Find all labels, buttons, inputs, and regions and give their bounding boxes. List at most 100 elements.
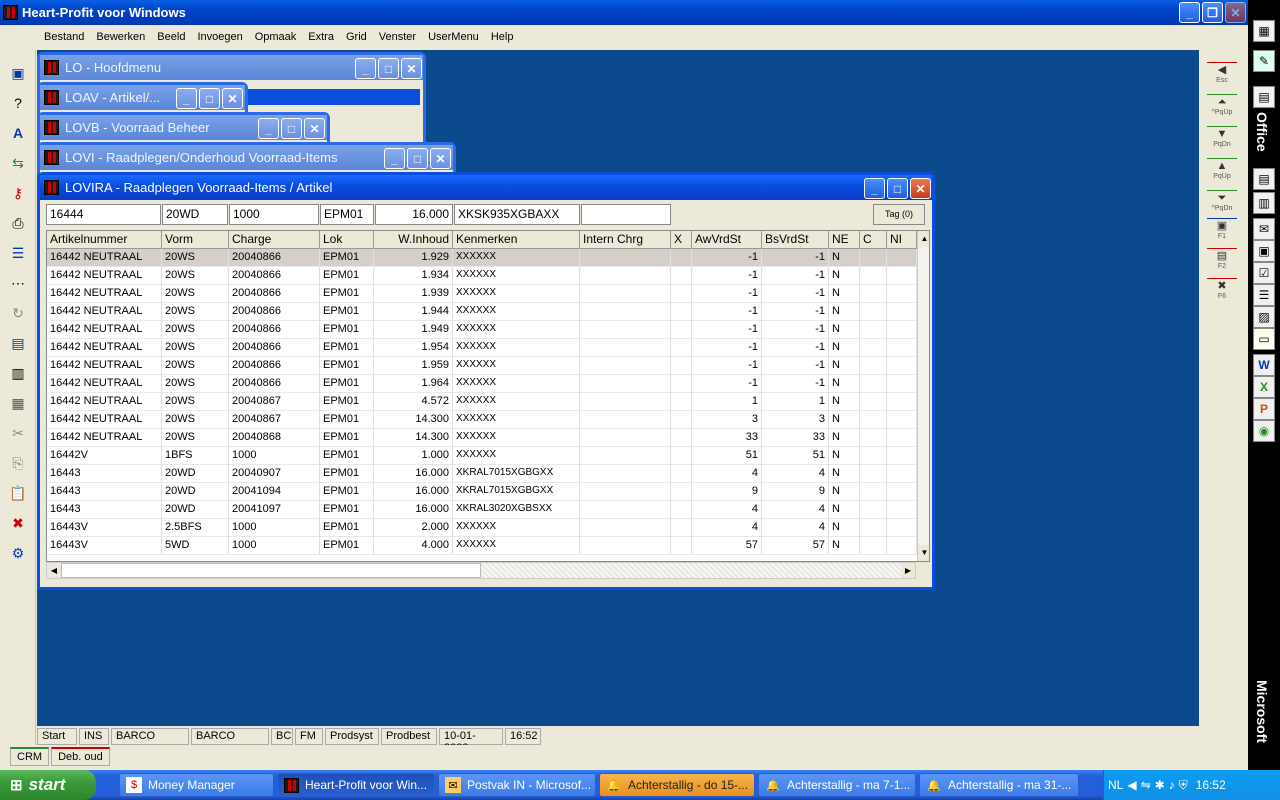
artikel-field[interactable]: 16444: [46, 204, 161, 225]
table-row[interactable]: 16442 NEUTRAAL 20WS 20040866 EPM01 1.964 XXXX…: [47, 375, 917, 393]
close-button[interactable]: ✕: [304, 118, 325, 139]
maximize-button[interactable]: □: [887, 178, 908, 199]
inhoud-field[interactable]: 16.000: [375, 204, 453, 225]
copy-icon[interactable]: ⎘: [7, 452, 29, 474]
table-row[interactable]: 16443V 2.5BFS 1000 EPM01 2.000 XXXXXX 4 4 N: [47, 519, 917, 537]
deb-oud-button[interactable]: Deb. oud: [51, 747, 110, 766]
scroll-down-icon[interactable]: ▼: [918, 545, 929, 561]
charge-field[interactable]: 1000: [229, 204, 319, 225]
fkey-f6[interactable]: ✖ F6: [1207, 278, 1237, 308]
fkey-ctrl-pgup[interactable]: ⏶ ^PqUp: [1207, 94, 1237, 124]
journal-icon[interactable]: ▨: [1253, 306, 1275, 328]
bluetooth-icon[interactable]: ✱: [1155, 778, 1165, 792]
excel-icon[interactable]: X: [1253, 376, 1275, 398]
table-row[interactable]: 16442 NEUTRAAL 20WS 20040866 EPM01 1.959 XXXX…: [47, 357, 917, 375]
fkey-f1[interactable]: ▣ F1: [1207, 218, 1237, 248]
menu-bestand[interactable]: Bestand: [38, 31, 90, 43]
intern-field[interactable]: [581, 204, 671, 225]
appointment-icon[interactable]: ▣: [1253, 240, 1275, 262]
chart-icon[interactable]: ▥: [7, 362, 29, 384]
note-icon[interactable]: ▭: [1253, 328, 1275, 350]
column-header-intern-chrg[interactable]: Intern Chrg: [580, 231, 671, 249]
security-icon[interactable]: ⛨: [1179, 778, 1188, 793]
open-doc-icon[interactable]: ▥: [1253, 192, 1275, 214]
maximize-button[interactable]: □: [281, 118, 302, 139]
minimize-button[interactable]: _: [176, 88, 197, 109]
form-icon[interactable]: ▤: [7, 332, 29, 354]
refresh-icon[interactable]: ↻: [7, 302, 29, 324]
column-header-artikelnummer[interactable]: Artikelnummer: [47, 231, 162, 249]
menu-usermenu[interactable]: UserMenu: [422, 31, 485, 43]
table-row[interactable]: 16443 20WD 20040907 EPM01 16.000 XKRAL7015XGB…: [47, 465, 917, 483]
mail-icon[interactable]: ✉: [1253, 218, 1275, 240]
maximize-button[interactable]: □: [199, 88, 220, 109]
menu-venster[interactable]: Venster: [373, 31, 422, 43]
publisher-icon[interactable]: ◉: [1253, 420, 1275, 442]
restore-button[interactable]: ❐: [1202, 2, 1223, 23]
table-row[interactable]: 16442 NEUTRAAL 20WS 20040867 EPM01 14.300 XXX…: [47, 411, 917, 429]
crm-button[interactable]: CRM: [10, 747, 50, 766]
minimize-button[interactable]: _: [258, 118, 279, 139]
column-header-ni[interactable]: NI: [887, 231, 917, 249]
fkey-f2[interactable]: ▤ F2: [1207, 248, 1237, 278]
powerpoint-icon[interactable]: P: [1253, 398, 1275, 420]
language-indicator[interactable]: NL: [1108, 778, 1123, 792]
print-icon[interactable]: ⎙: [7, 212, 29, 234]
scroll-up-icon[interactable]: ▲: [918, 231, 929, 247]
horizontal-scrollbar[interactable]: ◀ ▶: [46, 562, 916, 579]
column-header-ne[interactable]: NE: [829, 231, 860, 249]
new-doc-icon[interactable]: ▤: [1253, 168, 1275, 190]
table-row[interactable]: 16443V 5WD 1000 EPM01 4.000 XXXXXX 57 57 N: [47, 537, 917, 555]
list-icon[interactable]: ☰: [7, 242, 29, 264]
menu-invoegen[interactable]: Invoegen: [191, 31, 248, 43]
volume-icon[interactable]: ♪: [1169, 778, 1175, 792]
minimize-button[interactable]: _: [864, 178, 885, 199]
fkey-pgup[interactable]: ▲ PqUp: [1207, 158, 1237, 188]
tag-button[interactable]: Tag (0): [873, 204, 925, 225]
key-icon[interactable]: ⚷: [7, 182, 29, 204]
contact-icon[interactable]: ☰: [1253, 284, 1275, 306]
table-row[interactable]: 16442 NEUTRAAL 20WS 20040866 EPM01 1.954 XXXX…: [47, 339, 917, 357]
table-row[interactable]: 16442 NEUTRAAL 20WS 20040866 EPM01 1.929 XXXX…: [47, 249, 917, 267]
data-grid[interactable]: Artikelnummer Vorm Charge Lok W.Inhoud Kenmer…: [46, 230, 930, 562]
calendar-icon[interactable]: ▦: [1253, 20, 1275, 42]
paste-icon[interactable]: 📋: [7, 482, 29, 504]
table-row[interactable]: 16442 NEUTRAAL 20WS 20040866 EPM01 1.949 XXXX…: [47, 321, 917, 339]
help-icon[interactable]: ?: [7, 92, 29, 114]
column-header-vorm[interactable]: Vorm: [162, 231, 229, 249]
table-row[interactable]: 16442 NEUTRAAL 20WS 20040866 EPM01 1.939 XXXX…: [47, 285, 917, 303]
minimize-button[interactable]: _: [384, 148, 405, 169]
table-row[interactable]: 16443 20WD 20041094 EPM01 16.000 XKRAL7015XGB…: [47, 483, 917, 501]
tray-arrow-icon[interactable]: ◀: [1127, 778, 1136, 792]
fkey-pgdn[interactable]: ▼ PqDn: [1207, 126, 1237, 156]
menu-extra[interactable]: Extra: [302, 31, 340, 43]
close-button[interactable]: ✕: [401, 58, 422, 79]
column-header-bsvrdst[interactable]: BsVrdSt: [762, 231, 829, 249]
cut-icon[interactable]: ✂: [7, 422, 29, 444]
maximize-button[interactable]: □: [378, 58, 399, 79]
delete-icon[interactable]: ✖: [7, 512, 29, 534]
table-row[interactable]: 16442 NEUTRAAL 20WS 20040866 EPM01 1.934 XXXX…: [47, 267, 917, 285]
table-row[interactable]: 16442V 1BFS 1000 EPM01 1.000 XXXXXX 51 51 N: [47, 447, 917, 465]
font-icon[interactable]: A: [7, 122, 29, 144]
fkey-esc[interactable]: ◀ Esc: [1207, 62, 1237, 92]
notes-icon[interactable]: ✎: [1253, 50, 1275, 72]
office-icon[interactable]: ▤: [1253, 86, 1275, 108]
close-button[interactable]: ✕: [430, 148, 451, 169]
taskbar-reminder-3[interactable]: 🔔 Achterstallig - ma 31-...: [919, 773, 1079, 797]
column-header-w-inhoud[interactable]: W.Inhoud: [374, 231, 453, 249]
menu-bewerken[interactable]: Bewerken: [90, 31, 151, 43]
taskbar-heart-profit[interactable]: Heart-Profit voor Win...: [277, 773, 435, 797]
column-header-kenmerken[interactable]: Kenmerken: [453, 231, 580, 249]
minimize-button[interactable]: _: [1179, 2, 1200, 23]
table-row[interactable]: 16442 NEUTRAAL 20WS 20040868 EPM01 14.300 XXX…: [47, 429, 917, 447]
scroll-left-icon[interactable]: ◀: [47, 563, 61, 578]
task-icon[interactable]: ☑: [1253, 262, 1275, 284]
close-button[interactable]: ✕: [910, 178, 931, 199]
column-header-awvrdst[interactable]: AwVrdSt: [692, 231, 762, 249]
minimize-button[interactable]: _: [355, 58, 376, 79]
menu-opmaak[interactable]: Opmaak: [249, 31, 303, 43]
lok-field[interactable]: EPM01: [320, 204, 374, 225]
vorm-field[interactable]: 20WD: [162, 204, 228, 225]
table-row[interactable]: 16442 NEUTRAAL 20WS 20040867 EPM01 4.572 XXXX…: [47, 393, 917, 411]
